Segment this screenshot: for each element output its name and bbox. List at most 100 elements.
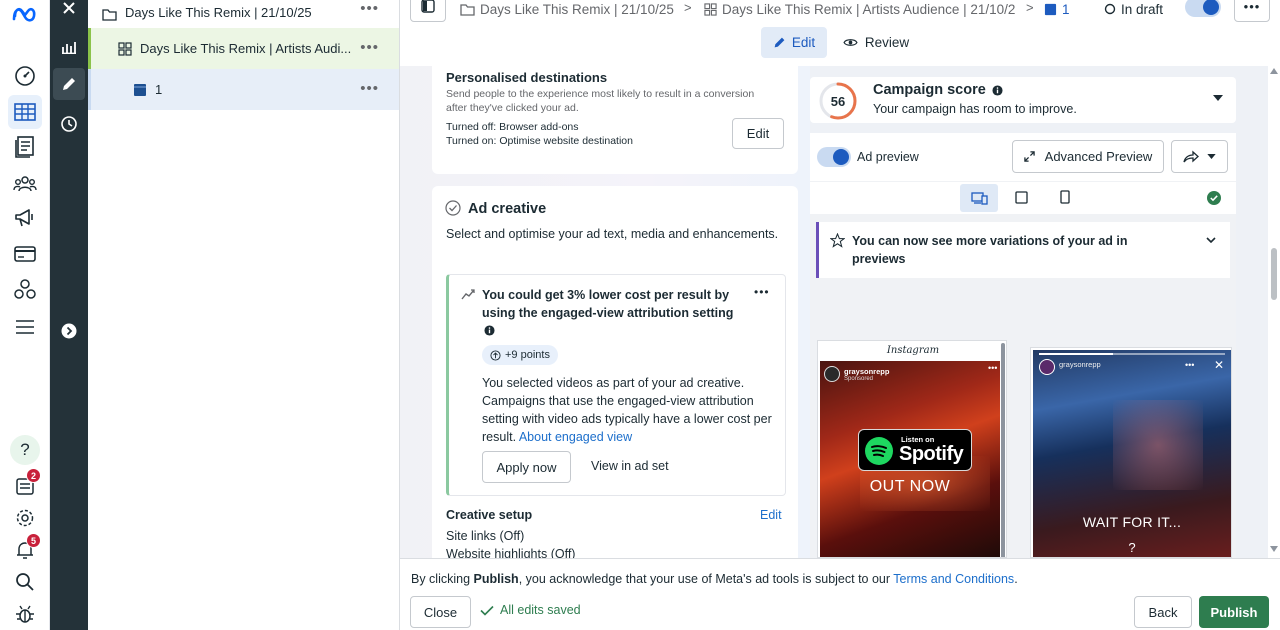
share-arrow-icon — [1183, 150, 1199, 163]
tree-adset-row[interactable]: Days Like This Remix | Artists Audi... •… — [88, 28, 399, 69]
scroll-up-icon[interactable] — [1270, 68, 1278, 74]
notifications-list-icon[interactable]: 2 — [11, 468, 41, 500]
megaphone-icon[interactable] — [11, 204, 39, 232]
edit-pencil-icon[interactable] — [53, 68, 85, 100]
ad-more-icon[interactable]: ••• — [360, 80, 379, 97]
chevron-down-icon[interactable] — [1213, 95, 1223, 101]
stories-preview[interactable]: graysonrepp ••• ✕ WAIT FOR IT... ? — [1030, 347, 1232, 558]
preview-scrollbar-track[interactable] — [1268, 66, 1280, 558]
adset-grid-icon — [704, 2, 717, 16]
recommendation-more-icon[interactable]: ••• — [754, 285, 770, 299]
variations-banner[interactable]: You can now see more variations of your … — [816, 222, 1230, 278]
device-vertical-tab[interactable] — [1060, 190, 1070, 204]
editor-footer: By clicking Publish, you acknowledge tha… — [400, 558, 1280, 630]
folder-icon — [102, 8, 117, 21]
adset-grid-icon — [118, 41, 132, 56]
tab-review[interactable]: Review — [836, 27, 916, 58]
report-bug-icon[interactable] — [11, 600, 39, 628]
alerts-bell-icon[interactable]: 5 — [11, 533, 41, 564]
draft-status: In draft — [1104, 0, 1163, 18]
back-button[interactable]: Back — [1134, 596, 1192, 628]
check-circle-icon — [445, 200, 461, 216]
vertical-format-icon — [1060, 190, 1070, 204]
stories-more-icon[interactable]: ••• — [1185, 360, 1194, 370]
device-square-tab[interactable] — [1015, 191, 1028, 204]
instagram-feed-preview[interactable]: Instagram graysonrepp Sponsored ••• List… — [817, 340, 1007, 558]
meta-logo-icon[interactable] — [11, 0, 39, 28]
destinations-description: Send people to the experience most likel… — [446, 88, 755, 114]
destinations-edit-button[interactable]: Edit — [732, 118, 784, 149]
billing-card-icon[interactable] — [11, 240, 39, 268]
device-selector — [810, 182, 1236, 214]
apply-now-button[interactable]: Apply now — [482, 451, 571, 483]
business-suite-icon[interactable] — [11, 275, 39, 303]
ad-preview-toggle[interactable] — [817, 147, 851, 167]
more-dots-icon: ••• — [1243, 0, 1261, 14]
expand-icon — [1023, 151, 1035, 162]
variations-banner-text: You can now see more variations of your … — [852, 234, 1128, 266]
history-clock-icon[interactable] — [57, 112, 81, 136]
destinations-turned-off: Turned off: Browser add-ons — [446, 121, 579, 133]
tree-campaign-row[interactable]: Days Like This Remix | 21/10/25 ••• — [88, 0, 399, 28]
campaign-tree-panel: Days Like This Remix | 21/10/25 ••• Days… — [88, 0, 400, 630]
info-icon[interactable] — [992, 84, 1003, 96]
tree-ad-row[interactable]: 1 ••• — [88, 69, 399, 110]
points-badge: +9 points — [482, 345, 558, 365]
ads-manager-table-icon[interactable] — [8, 95, 42, 129]
tab-review-label: Review — [864, 35, 910, 50]
publish-button[interactable]: Publish — [1199, 596, 1269, 628]
feed-more-icon[interactable]: ••• — [988, 363, 997, 373]
draft-status-label: In draft — [1121, 1, 1164, 17]
expand-panel-icon[interactable] — [57, 319, 81, 343]
share-preview-button[interactable] — [1171, 140, 1228, 173]
audiences-icon[interactable] — [11, 169, 39, 197]
dashboard-gauge-icon[interactable] — [11, 62, 39, 90]
breadcrumb-campaign[interactable]: Days Like This Remix | 21/10/25 — [460, 0, 674, 18]
status-circle-icon — [1104, 3, 1116, 15]
global-nav-rail: ? 2 5 — [0, 0, 50, 630]
destinations-turned-on: Turned on: Optimise website destination — [446, 135, 633, 147]
scrollbar-thumb[interactable] — [1271, 248, 1277, 300]
campaign-score-card[interactable]: 56 Campaign score Your campaign has room… — [810, 77, 1236, 123]
draft-toggle[interactable] — [1185, 0, 1221, 17]
eye-icon — [843, 39, 858, 46]
trend-sparkle-icon — [461, 289, 475, 300]
view-in-adset-link[interactable]: View in ad set — [591, 459, 669, 473]
destinations-card: Personalised destinations Send people to… — [432, 66, 798, 174]
creative-setup-title: Creative setup — [446, 508, 533, 522]
devices-icon — [970, 191, 988, 205]
more-options-button[interactable]: ••• — [1234, 0, 1270, 22]
help-icon[interactable]: ? — [10, 435, 40, 465]
advanced-preview-button[interactable]: Advanced Preview — [1012, 140, 1164, 173]
info-icon[interactable] — [484, 325, 495, 336]
score-value: 56 — [830, 93, 846, 109]
tab-edit[interactable]: Edit — [761, 27, 827, 58]
search-icon[interactable] — [11, 568, 39, 596]
settings-gear-icon[interactable] — [11, 504, 39, 532]
pages-icon[interactable] — [11, 133, 39, 161]
terms-link[interactable]: Terms and Conditions — [893, 572, 1014, 586]
question-mark-text: ? — [1128, 540, 1136, 555]
out-now-text: OUT NOW — [869, 478, 951, 495]
campaign-more-icon[interactable]: ••• — [360, 0, 379, 17]
close-button[interactable]: Close — [410, 596, 471, 628]
feed-video-frame: graysonrepp Sponsored ••• Listen on Spot… — [820, 361, 1000, 557]
about-engaged-view-link[interactable]: About engaged view — [519, 430, 632, 444]
campaign-score-title: Campaign score — [873, 82, 1003, 98]
creative-setup-edit-link[interactable]: Edit — [760, 508, 782, 522]
adset-more-icon[interactable]: ••• — [360, 39, 379, 56]
breadcrumb-ad[interactable]: 1 — [1044, 0, 1070, 18]
stories-close-icon[interactable]: ✕ — [1214, 358, 1224, 372]
scroll-down-icon[interactable] — [1270, 546, 1278, 552]
device-all-tab[interactable] — [960, 184, 998, 212]
ad-creative-card: Ad creative Select and optimise your ad … — [432, 186, 798, 558]
setup-website-highlights: Website highlights (Off) — [446, 547, 576, 558]
close-icon[interactable] — [57, 0, 81, 20]
chevron-down-icon — [1207, 154, 1216, 159]
charts-icon[interactable] — [57, 35, 81, 59]
breadcrumb-adset[interactable]: Days Like This Remix | Artists Audience … — [704, 0, 1015, 18]
preview-scrollbar[interactable] — [1001, 343, 1005, 557]
arrow-up-circle-icon — [490, 349, 501, 361]
all-tools-menu-icon[interactable] — [11, 313, 39, 341]
toggle-sidebar-button[interactable] — [410, 0, 446, 22]
